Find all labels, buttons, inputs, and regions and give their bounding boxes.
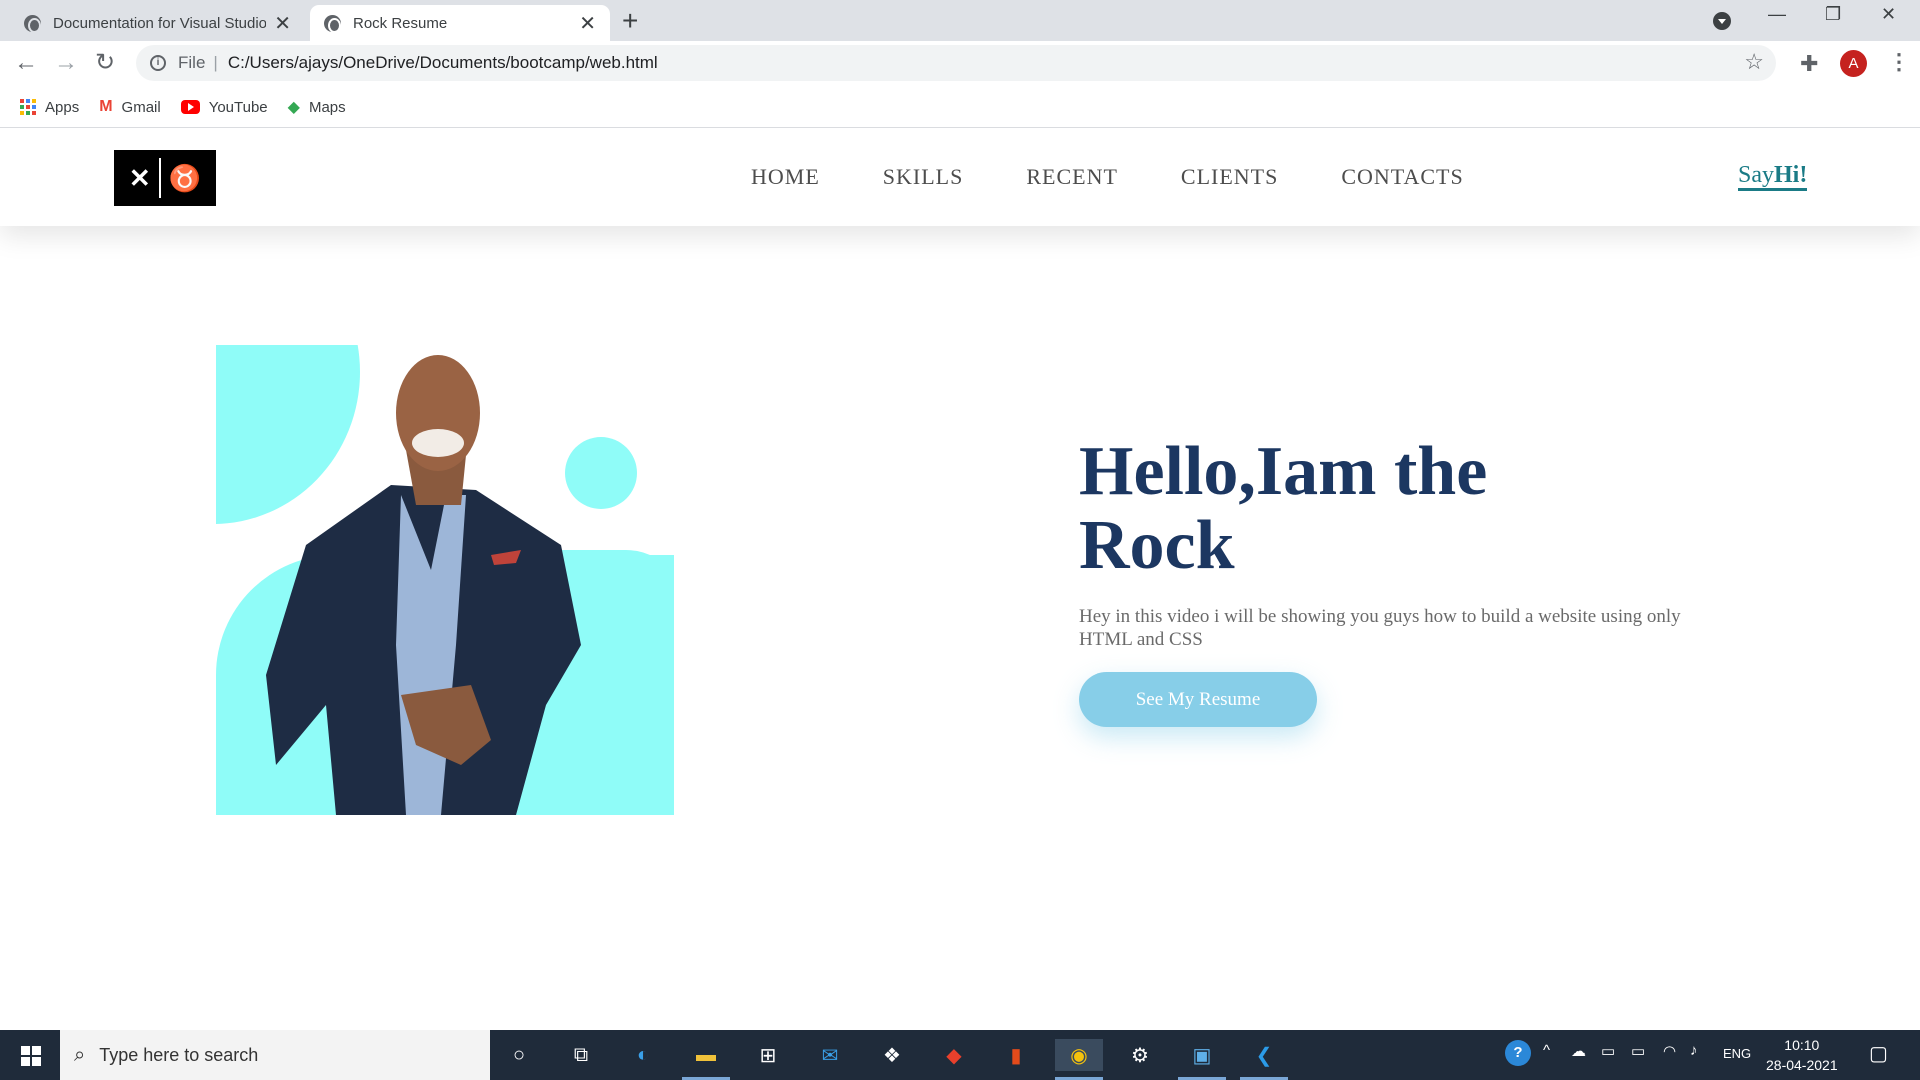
bookmark-label: Maps (308, 98, 346, 116)
minimize-icon[interactable]: — (1768, 4, 1786, 25)
url-text[interactable]: C:/Users/ajays/OneDrive/Documents/bootca… (228, 53, 658, 73)
headline-line-2: Rock (1079, 507, 1235, 584)
bookmark-label: YouTube (208, 98, 268, 116)
windows-start-icon[interactable] (21, 1046, 41, 1066)
bookmark-youtube[interactable]: YouTube (180, 98, 268, 116)
menu-icon[interactable]: ⋮ (1888, 49, 1910, 75)
forward-icon[interactable]: → (54, 48, 78, 78)
nav-clients[interactable]: CLIENTS (1181, 164, 1278, 190)
search-icon: ⌕ (74, 1043, 86, 1066)
nav-recent[interactable]: RECENT (1026, 164, 1118, 190)
headline-line-1: Hello,Iam the (1079, 433, 1488, 510)
nav-skills[interactable]: SKILLS (883, 164, 964, 190)
person-photo (266, 355, 581, 815)
network-device-icon[interactable]: ▭ (1601, 1042, 1615, 1060)
help-icon[interactable]: ? (1505, 1040, 1531, 1066)
nav-home[interactable]: HOME (751, 164, 820, 190)
bookmark-maps[interactable]: ◆ Maps (288, 97, 346, 117)
extensions-icon[interactable]: ✚ (1800, 51, 1818, 77)
vscode-icon[interactable]: ❮ (1248, 1039, 1280, 1071)
back-icon[interactable]: ← (14, 48, 38, 78)
bookmark-label: Apps (45, 98, 80, 116)
bookmarks-bar: Apps M Gmail YouTube ◆ Maps (0, 87, 1920, 128)
hero-description: Hey in this video i will be showing you … (1079, 606, 1681, 650)
photos-icon[interactable]: ▣ (1186, 1039, 1218, 1071)
tab-title: Rock Resume (353, 14, 448, 32)
notifications-icon[interactable]: ▢ (1869, 1041, 1888, 1066)
windows-taskbar: ⌕ Type here to search ○ ⧉ ◐ ▬ ⊞ ✉ ❖ ◆ ▮ … (0, 1030, 1920, 1080)
close-icon[interactable]: ✕ (579, 11, 596, 36)
file-explorer-icon[interactable]: ▬ (690, 1039, 722, 1071)
settings-icon[interactable]: ⚙ (1124, 1039, 1156, 1071)
close-icon[interactable]: ✕ (274, 11, 291, 36)
address-bar[interactable]: i File | C:/Users/ajays/OneDrive/Documen… (136, 45, 1776, 81)
site-logo[interactable]: ✕ ♉ (114, 150, 216, 206)
url-separator: | (213, 53, 218, 72)
profile-avatar[interactable]: A (1840, 50, 1867, 77)
youtube-icon (180, 100, 200, 114)
battery-icon[interactable]: ▭ (1631, 1042, 1645, 1060)
cortana-icon[interactable]: ○ (503, 1039, 535, 1071)
main-nav: HOME SKILLS RECENT CLIENTS CONTACTS (751, 164, 1464, 190)
globe-icon (324, 14, 341, 33)
bookmark-gmail[interactable]: M Gmail (99, 98, 161, 116)
clock[interactable]: 10:10 28-04-2021 (1766, 1035, 1838, 1075)
tab-title: Documentation for Visual Studio (53, 14, 267, 32)
restore-icon[interactable]: ❐ (1825, 4, 1841, 25)
sayhi-hi: Hi! (1774, 162, 1808, 188)
browser-toolbar: ← → ↻ i File | C:/Users/ajays/OneDrive/D… (0, 41, 1920, 87)
app-diamond-icon[interactable]: ◆ (938, 1039, 970, 1071)
dropbox-icon[interactable]: ❖ (876, 1039, 908, 1071)
language-indicator[interactable]: ENG (1723, 1046, 1751, 1061)
search-placeholder: Type here to search (99, 1044, 259, 1065)
clock-time: 10:10 (1784, 1037, 1820, 1053)
sayhi-say: Say (1738, 162, 1774, 188)
info-icon[interactable]: i (150, 55, 166, 71)
reload-icon[interactable]: ↻ (95, 48, 115, 78)
globe-icon (24, 14, 41, 33)
tab-search-icon[interactable] (1713, 12, 1731, 30)
store-icon[interactable]: ⊞ (752, 1039, 784, 1071)
wifi-icon[interactable]: ◠ (1663, 1042, 1676, 1060)
hero-headline: Hello,Iam the Rock (1079, 435, 1599, 583)
task-view-icon[interactable]: ⧉ (565, 1039, 597, 1071)
volume-icon[interactable]: ♪ (1690, 1042, 1698, 1059)
see-resume-button[interactable]: See My Resume (1079, 672, 1317, 727)
apps-grid-icon (20, 99, 36, 115)
taskbar-search[interactable]: ⌕ Type here to search (60, 1030, 490, 1080)
chrome-icon[interactable]: ◉ (1055, 1039, 1103, 1071)
bookmark-label: Gmail (121, 98, 161, 116)
window-close-icon[interactable]: ✕ (1881, 4, 1896, 25)
bookmark-apps[interactable]: Apps (20, 99, 79, 116)
office-icon[interactable]: ▮ (1000, 1039, 1032, 1071)
maps-icon: ◆ (287, 99, 300, 116)
web-page: ✕ ♉ HOME SKILLS RECENT CLIENTS CONTACTS … (0, 128, 1920, 1030)
tab-documentation[interactable]: Documentation for Visual Studio ✕ (10, 5, 305, 41)
url-scheme: File (178, 53, 206, 72)
sayhi-link[interactable]: SayHi! (1738, 162, 1808, 191)
mail-icon[interactable]: ✉ (814, 1039, 846, 1071)
bull-icon: ♉ (168, 162, 202, 193)
site-header: ✕ ♉ HOME SKILLS RECENT CLIENTS CONTACTS … (0, 128, 1920, 226)
tab-strip: Documentation for Visual Studio ✕ Rock R… (0, 0, 1920, 41)
tab-rock-resume[interactable]: Rock Resume ✕ (310, 5, 610, 41)
onedrive-icon[interactable]: ☁ (1571, 1042, 1586, 1060)
edge-icon[interactable]: ◐ (627, 1039, 659, 1071)
star-icon[interactable]: ☆ (1744, 49, 1764, 75)
nav-contacts[interactable]: CONTACTS (1341, 164, 1463, 190)
hero-image (216, 345, 674, 815)
under-armour-icon: ✕ (128, 162, 151, 193)
new-tab-button[interactable]: + (622, 6, 638, 36)
clock-date: 28-04-2021 (1766, 1057, 1838, 1073)
logo-divider (158, 158, 161, 198)
gmail-icon: M (99, 98, 113, 115)
chevron-up-icon[interactable]: ^ (1543, 1042, 1550, 1059)
